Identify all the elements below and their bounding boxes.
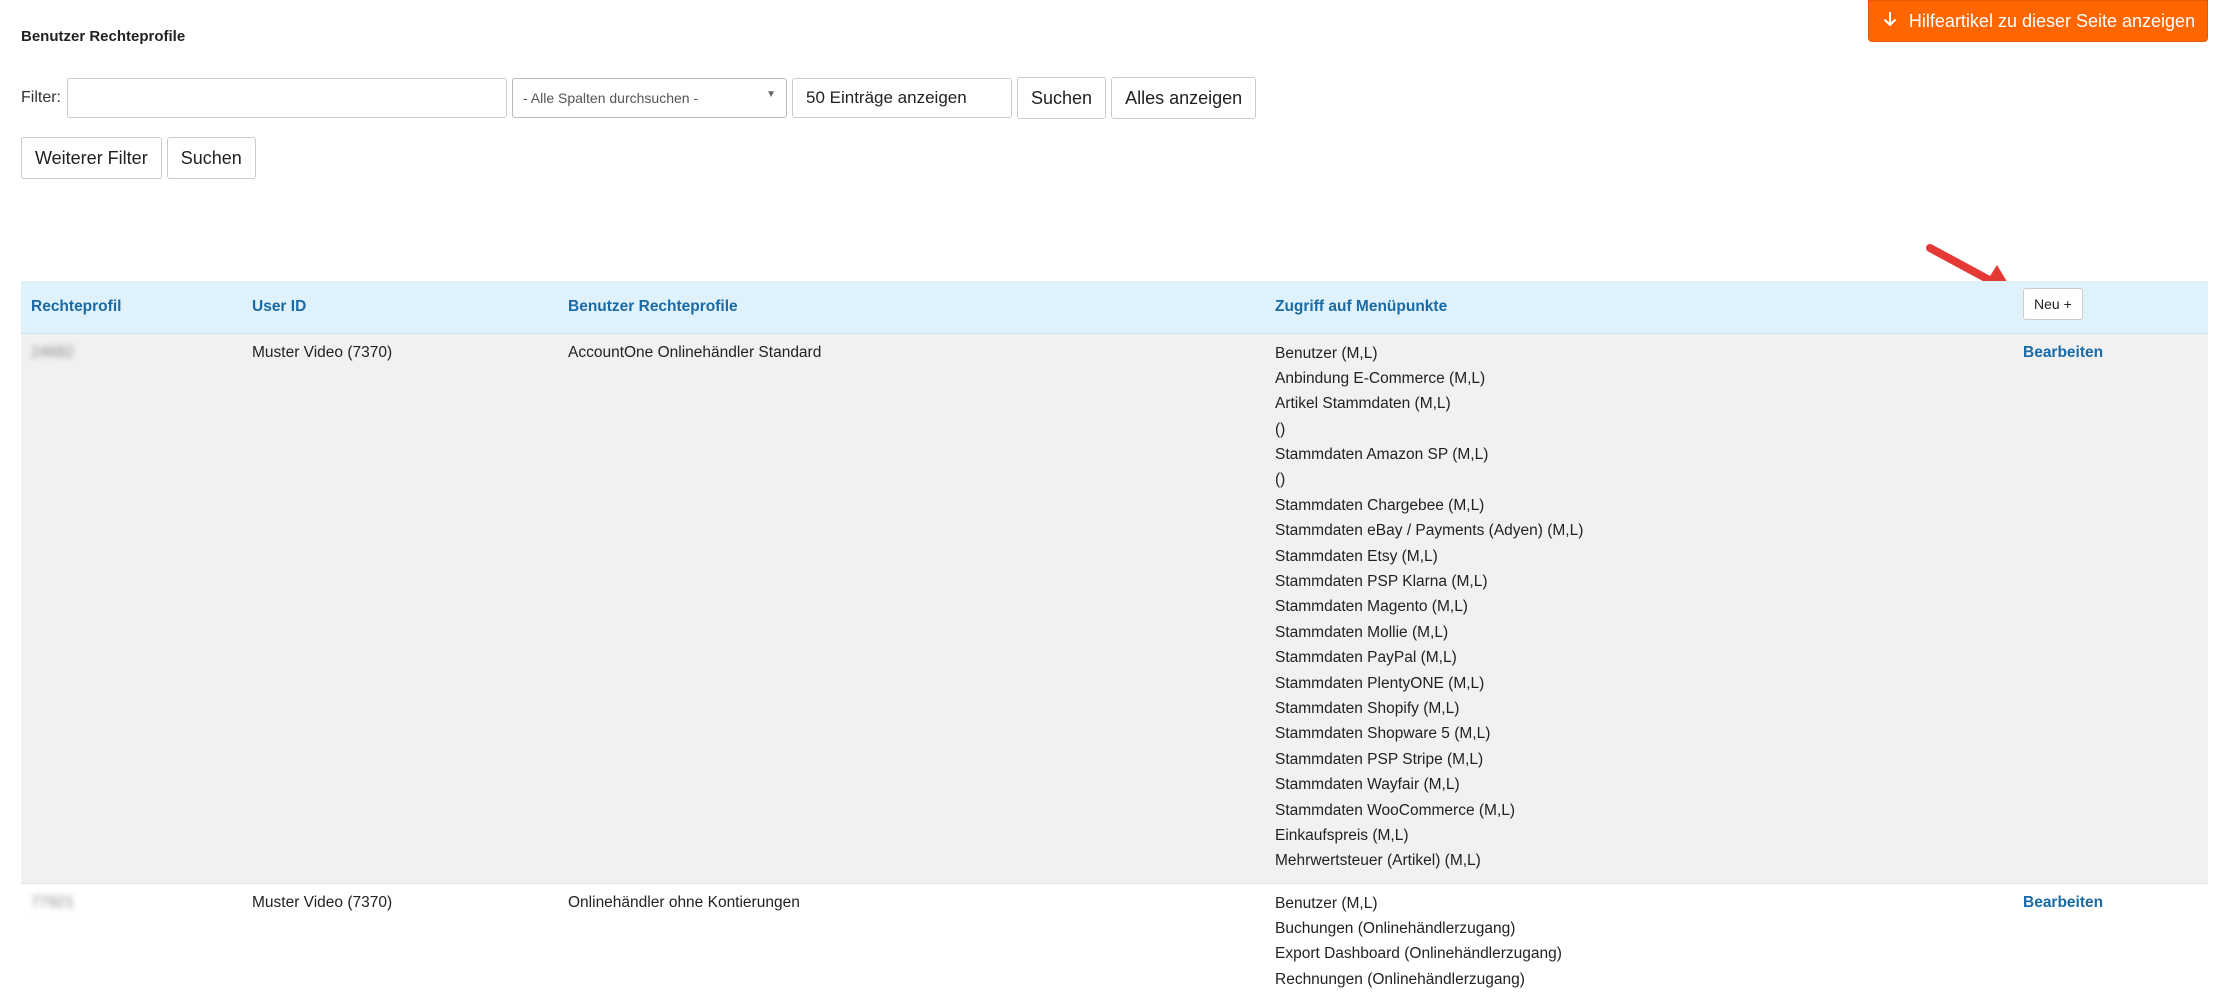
table-row: 24682 Muster Video (7370) AccountOne Onl…	[21, 332, 2208, 884]
menu-access-item: Stammdaten PSP Stripe (M,L)	[1275, 750, 1484, 768]
menu-access-list: Benutzer (M,L) Buchungen (Onlinehändlerz…	[1275, 894, 2003, 996]
filter-input[interactable]	[67, 78, 507, 118]
menu-access-item: Stammdaten Etsy (M,L)	[1275, 547, 1438, 565]
edit-link[interactable]: Bearbeiten	[2023, 344, 2103, 361]
column-select-value: - Alle Spalten durchsuchen -	[523, 90, 699, 106]
more-filter-button[interactable]: Weiterer Filter	[21, 137, 162, 179]
column-header-actions: Neu +	[2013, 281, 2208, 334]
menu-access-list: Benutzer (M,L) Anbindung E-Commerce (M,L…	[1275, 344, 2003, 877]
filter-label: Filter:	[21, 89, 61, 106]
menu-access-item: Buchungen (Onlinehändlerzugang)	[1275, 920, 1516, 938]
menu-access-item: Export Dashboard (Onlinehändlerzugang)	[1275, 945, 1562, 963]
filter-bar: Filter: - Alle Spalten durchsuchen - ▼ 5…	[21, 77, 1257, 119]
menu-access-item: Rechnungen (Onlinehändlerzugang)	[1275, 970, 1525, 988]
profile-id: 77921	[31, 893, 75, 911]
menu-access-item: Benutzer (M,L)	[1275, 894, 1378, 912]
table-header-row: Rechteprofil User ID Benutzer Rechteprof…	[21, 281, 2208, 334]
menu-access-item: Stammdaten Shopware 5 (M,L)	[1275, 725, 1491, 743]
menu-access-item: Stammdaten Mollie (M,L)	[1275, 623, 1449, 641]
column-header-user-id[interactable]: User ID	[242, 281, 558, 334]
menu-access-item: Stammdaten Chargebee (M,L)	[1275, 496, 1485, 514]
help-article-label: Hilfeartikel zu dieser Seite anzeigen	[1908, 10, 2196, 31]
page-title: Benutzer Rechteprofile	[21, 28, 186, 45]
rights-profile-table: Rechteprofil User ID Benutzer Rechteprof…	[21, 281, 2208, 1001]
search-button[interactable]: Suchen	[1017, 77, 1107, 119]
menu-access-item: Artikel Stammdaten (M,L)	[1275, 395, 1451, 413]
column-header-rechteprofil[interactable]: Rechteprofil	[21, 281, 242, 334]
menu-access-item: ()	[1275, 420, 1286, 438]
user-id: Muster Video (7370)	[242, 882, 558, 1001]
menu-access-item: Anbindung E-Commerce (M,L)	[1275, 369, 1486, 387]
table-row: 77921 Muster Video (7370) Onlinehändler …	[21, 882, 2208, 1001]
profile-id: 24682	[31, 343, 75, 361]
filter-bar-secondary: Weiterer Filter Suchen	[21, 137, 256, 179]
menu-access-item: Stammdaten eBay / Payments (Adyen) (M,L)	[1275, 522, 1584, 540]
arrow-down-icon	[1881, 10, 1899, 33]
menu-access-item: Mehrwertsteuer (Artikel) (M,L)	[1275, 852, 1481, 870]
column-select[interactable]: - Alle Spalten durchsuchen - ▼	[512, 78, 787, 118]
column-header-profile-name[interactable]: Benutzer Rechteprofile	[558, 281, 1265, 334]
user-id: Muster Video (7370)	[242, 332, 558, 884]
menu-access-item: Stammdaten PayPal (M,L)	[1275, 649, 1457, 667]
menu-access-item: Stammdaten Magento (M,L)	[1275, 598, 1468, 616]
show-all-button[interactable]: Alles anzeigen	[1111, 77, 1257, 119]
menu-access-item: Stammdaten Shopify (M,L)	[1275, 699, 1460, 717]
profile-name: Onlinehändler ohne Kontierungen	[558, 882, 1265, 1001]
entries-per-page[interactable]: 50 Einträge anzeigen	[792, 78, 1012, 118]
profile-name: AccountOne Onlinehändler Standard	[558, 332, 1265, 884]
column-header-menu-access[interactable]: Zugriff auf Menüpunkte	[1265, 281, 2013, 334]
menu-access-item: Stammdaten PSP Klarna (M,L)	[1275, 573, 1488, 591]
menu-access-item: ()	[1275, 471, 1286, 489]
menu-access-item: Stammdaten WooCommerce (M,L)	[1275, 801, 1516, 819]
help-article-button[interactable]: Hilfeartikel zu dieser Seite anzeigen	[1868, 0, 2208, 42]
menu-access-item: Stammdaten PlentyONE (M,L)	[1275, 674, 1485, 692]
menu-access-item: Benutzer (M,L)	[1275, 344, 1378, 362]
menu-access-item: Stammdaten Wayfair (M,L)	[1275, 776, 1460, 794]
menu-access-item: Einkaufspreis (M,L)	[1275, 826, 1409, 844]
page: Benutzer Rechteprofile Hilfeartikel zu d…	[0, 0, 2225, 1001]
menu-access-item: Stammdaten Amazon SP (M,L)	[1275, 446, 1489, 464]
new-profile-button[interactable]: Neu +	[2023, 287, 2083, 320]
caret-down-icon: ▼	[766, 88, 776, 100]
edit-link[interactable]: Bearbeiten	[2023, 894, 2103, 911]
search-button-secondary[interactable]: Suchen	[166, 137, 256, 179]
